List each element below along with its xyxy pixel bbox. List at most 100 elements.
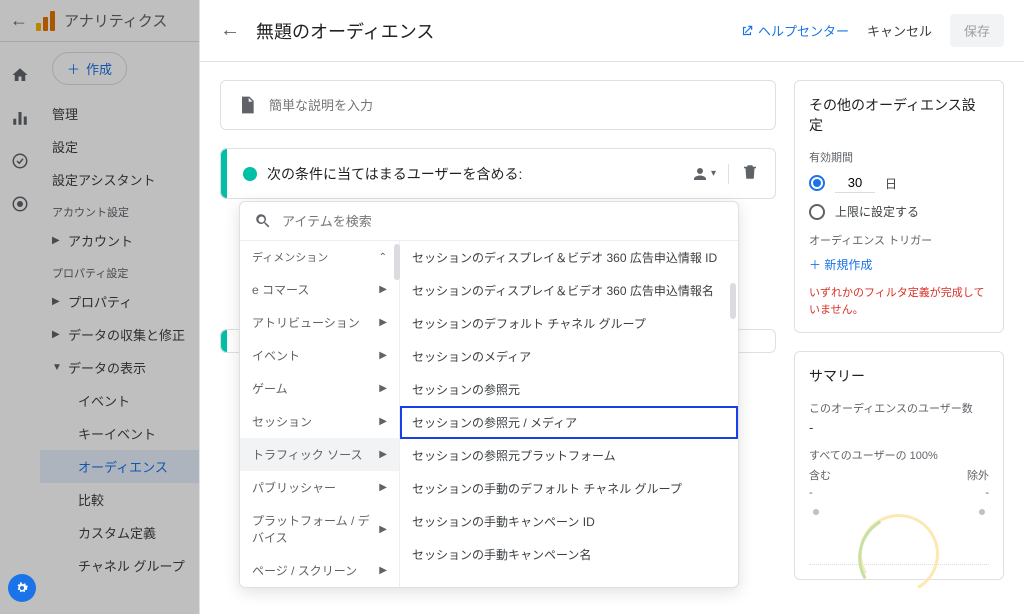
nav-key-events[interactable]: キーイベント [40, 417, 199, 450]
help-link-label: ヘルプセンター [758, 21, 849, 40]
chevron-right-icon: ▶ [379, 383, 387, 394]
include-title: 次の条件に当てはまるユーザーを含める: [267, 164, 681, 184]
scope-dropdown[interactable]: ▾ [691, 165, 716, 183]
trigger-label: オーディエンス トリガー [809, 232, 989, 248]
summary-chart [809, 505, 989, 565]
picker-search-row [240, 202, 738, 241]
back-button[interactable]: ← [220, 19, 240, 42]
filter-error: いずれかのフィルタ定義が完成していません。 [809, 285, 989, 318]
nav-custom-def[interactable]: カスタム定義 [40, 516, 199, 549]
nav-property[interactable]: ▶プロパティ [40, 285, 199, 318]
save-button[interactable]: 保存 [950, 14, 1004, 47]
nav-setup-assistant[interactable]: 設定アシスタント [40, 163, 199, 196]
property-group-label: プロパティ設定 [40, 257, 199, 285]
help-link[interactable]: ヘルプセンター [740, 21, 849, 40]
nav-data-display-label: データの表示 [68, 358, 146, 377]
duration-unit: 日 [885, 175, 897, 192]
exclude-value: - [985, 487, 989, 499]
chevron-right-icon: ▶ [52, 235, 62, 246]
account-group-label: アカウント設定 [40, 196, 199, 224]
category-column: ディメンション ⌃ e コマース▶アトリビューション▶イベント▶ゲーム▶セッショ… [240, 241, 400, 587]
nav-property-label: プロパティ [68, 292, 132, 311]
include-card: 次の条件に当てはまるユーザーを含める: ▾ [220, 148, 776, 199]
category-item[interactable]: ゲーム▶ [240, 372, 399, 405]
nav-events[interactable]: イベント [40, 384, 199, 417]
description-row [220, 80, 776, 130]
max-radio[interactable] [809, 204, 825, 220]
document-icon [237, 95, 257, 115]
category-item[interactable]: パブリッシャー▶ [240, 471, 399, 504]
summary-title: サマリー [809, 366, 989, 386]
page-title: 無題のオーディエンス [256, 18, 724, 44]
search-icon [254, 212, 272, 230]
picker-search-input[interactable] [282, 214, 724, 229]
category-item[interactable]: プラットフォーム / デバイス▶ [240, 504, 399, 554]
chevron-up-icon: ⌃ [379, 252, 387, 263]
dimension-item[interactable]: セッションのデフォルト チャネル グループ [400, 307, 738, 340]
include-label: 含む [809, 467, 831, 483]
dimension-item[interactable]: セッションのディスプレイ＆ビデオ 360 広告申込情報名 [400, 274, 738, 307]
dimension-column: セッションのディスプレイ＆ビデオ 360 広告申込情報 IDセッションのディスプ… [400, 241, 738, 587]
dimension-item[interactable]: セッションの手動キャンペーン ID [400, 505, 738, 538]
chevron-right-icon: ▶ [52, 329, 62, 340]
nav-channel-groups[interactable]: チャネル グループ [40, 549, 199, 582]
category-item[interactable]: セッション▶ [240, 405, 399, 438]
advertising-icon[interactable] [11, 195, 29, 216]
dimension-item[interactable]: セッションの参照元 [400, 373, 738, 406]
summary-users-value: - [809, 420, 989, 435]
category-item[interactable]: アトリビューション▶ [240, 306, 399, 339]
nav-data-display[interactable]: ▼ データの表示 [40, 351, 199, 384]
explore-icon[interactable] [11, 152, 29, 173]
category-item[interactable]: ページ / スクリーン▶ [240, 554, 399, 587]
dimension-item[interactable]: セッションのディスプレイ＆ビデオ 360 広告申込情報 ID [400, 241, 738, 274]
include-value: - [809, 487, 813, 499]
dimension-picker: ディメンション ⌃ e コマース▶アトリビューション▶イベント▶ゲーム▶セッショ… [239, 201, 739, 588]
chevron-down-icon: ▼ [52, 362, 62, 373]
trigger-new-link[interactable]: ＋ 新規作成 [809, 256, 989, 273]
nav-data-collect[interactable]: ▶ データの収集と修正 [40, 318, 199, 351]
delete-button[interactable] [741, 163, 759, 184]
exclude-label: 除外 [967, 467, 989, 483]
chevron-right-icon: ▶ [379, 482, 387, 493]
category-header: ディメンション ⌃ [240, 241, 399, 273]
nav-data-collect-label: データの収集と修正 [68, 325, 185, 344]
nav-audiences[interactable]: オーディエンス [40, 450, 199, 483]
cancel-button[interactable]: キャンセル [867, 21, 932, 40]
gear-icon[interactable] [8, 574, 36, 602]
nav-account-label: アカウント [68, 231, 133, 250]
nav-account[interactable]: ▶ アカウント [40, 224, 199, 257]
duration-radio[interactable] [809, 175, 825, 191]
trash-icon [741, 163, 759, 181]
dimension-item[interactable]: セッションの手動のデフォルト チャネル グループ [400, 472, 738, 505]
nav-admin[interactable]: 管理 [40, 97, 199, 130]
chevron-right-icon: ▶ [379, 416, 387, 427]
duration-input[interactable] [835, 173, 875, 193]
max-label: 上限に設定する [835, 203, 919, 220]
chevron-right-icon: ▶ [379, 565, 387, 576]
nav-compare[interactable]: 比較 [40, 483, 199, 516]
nav-settings[interactable]: 設定 [40, 130, 199, 163]
category-item[interactable]: e コマース▶ [240, 273, 399, 306]
create-button[interactable]: ＋ 作成 [52, 52, 127, 85]
dimension-item[interactable]: セッションの手動キャンペーン名 [400, 538, 738, 571]
summary-card: サマリー このオーディエンスのユーザー数 - すべてのユーザーの 100% 含む… [794, 351, 1004, 580]
category-item[interactable]: イベント▶ [240, 339, 399, 372]
app-title: アナリティクス [64, 10, 167, 31]
home-icon[interactable] [11, 66, 29, 87]
summary-users-label: このオーディエンスのユーザー数 [809, 400, 989, 416]
settings-card: その他のオーディエンス設定 有効期間 日 上限に設定する オーディエンス トリガ… [794, 80, 1004, 333]
include-dot-icon [243, 167, 257, 181]
chevron-down-icon: ▾ [711, 168, 716, 179]
reports-icon[interactable] [11, 109, 29, 130]
chevron-right-icon: ▶ [379, 284, 387, 295]
back-icon[interactable]: ← [10, 10, 28, 31]
dimension-item[interactable]: セッションのメディア [400, 340, 738, 373]
scrollbar[interactable] [730, 283, 736, 319]
dimension-item[interactable]: セッションの参照元プラットフォーム [400, 439, 738, 472]
create-label: 作成 [86, 59, 112, 78]
chevron-right-icon: ▶ [379, 350, 387, 361]
dimension-item[interactable]: セッションの参照元 / メディア [400, 406, 738, 439]
category-item[interactable]: トラフィック ソース▶ [240, 438, 399, 471]
scrollbar[interactable] [394, 244, 400, 280]
description-input[interactable] [269, 98, 759, 113]
